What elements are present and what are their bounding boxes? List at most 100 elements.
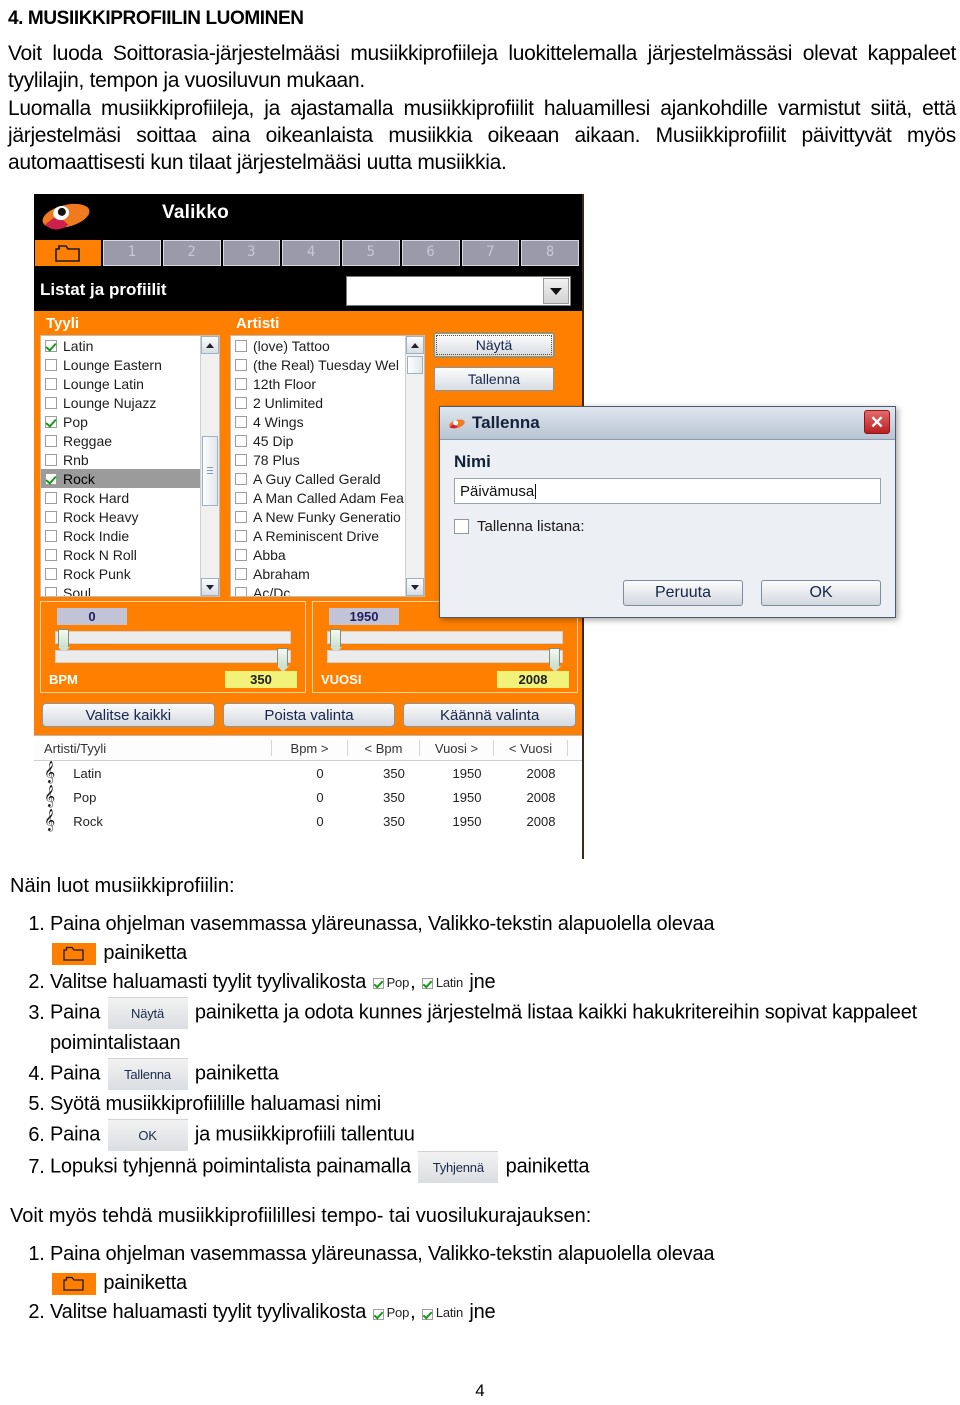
column-header-year-min[interactable]: Vuosi > (420, 740, 494, 756)
list-item[interactable]: Rock Hard (41, 488, 219, 507)
bpm-min-track[interactable] (55, 629, 291, 653)
checkbox-icon[interactable] (45, 453, 57, 466)
select-all-button[interactable]: Valitse kaikki (42, 703, 215, 727)
bpm-max-track[interactable] (55, 648, 291, 672)
vuosi-min-thumb[interactable] (330, 629, 342, 653)
list-item[interactable]: (love) Tattoo (231, 336, 424, 355)
checkbox-icon[interactable] (454, 519, 469, 534)
naytä-button-inline[interactable]: Näytä (107, 997, 188, 1030)
close-icon[interactable]: ✕ (864, 410, 890, 434)
column-header-bpm-min[interactable]: Bpm > (272, 740, 348, 756)
checkbox-icon[interactable] (45, 396, 57, 409)
invert-selection-button[interactable]: Käännä valinta (403, 703, 577, 727)
list-item[interactable]: Soul (41, 583, 219, 596)
checkbox-icon[interactable] (235, 472, 247, 485)
checkbox-icon[interactable] (235, 529, 247, 542)
vuosi-max-track[interactable] (327, 648, 563, 672)
checkbox-icon[interactable] (45, 358, 57, 371)
bpm-max-thumb[interactable] (277, 648, 289, 672)
list-item[interactable]: Abba (231, 545, 424, 564)
checkbox-icon[interactable] (45, 586, 57, 596)
column-header-year-max[interactable]: < Vuosi (494, 740, 568, 756)
checkbox-checked-icon[interactable] (45, 472, 57, 485)
checkbox-icon[interactable] (45, 548, 57, 561)
tab-3[interactable]: 3 (222, 240, 281, 266)
tab-8[interactable]: 8 (521, 240, 579, 266)
scroll-down-icon[interactable] (406, 578, 424, 596)
list-item[interactable]: Pop (41, 412, 219, 431)
scroll-up-icon[interactable] (406, 336, 424, 354)
list-item[interactable]: A Reminiscent Drive (231, 526, 424, 545)
list-item[interactable]: Abraham (231, 564, 424, 583)
vuosi-min-track[interactable] (327, 629, 563, 653)
vuosi-max-thumb[interactable] (549, 648, 561, 672)
save-as-list-checkbox-row[interactable]: Tallenna listana: (454, 518, 881, 535)
checkbox-icon[interactable] (235, 453, 247, 466)
checkbox-icon[interactable] (45, 491, 57, 504)
list-item[interactable]: 4 Wings (231, 412, 424, 431)
list-item[interactable]: Rock Punk (41, 564, 219, 583)
tallenna-button[interactable]: Tallenna (434, 367, 554, 391)
list-item[interactable]: A Guy Called Gerald (231, 469, 424, 488)
clear-selection-button[interactable]: Poista valinta (222, 703, 396, 727)
tab-4[interactable]: 4 (282, 240, 340, 266)
list-item[interactable]: Lounge Latin (41, 374, 219, 393)
tallenna-button-inline[interactable]: Tallenna (107, 1058, 188, 1091)
name-field[interactable]: Päivämusa (454, 478, 881, 504)
checkbox-checked-icon[interactable] (45, 415, 57, 428)
list-item[interactable]: Rock Heavy (41, 507, 219, 526)
list-item[interactable]: A Man Called Adam Fea (231, 488, 424, 507)
checkbox-icon[interactable] (235, 377, 247, 390)
list-item[interactable]: 12th Floor (231, 374, 424, 393)
list-item[interactable]: Lounge Nujazz (41, 393, 219, 412)
cancel-button[interactable]: Peruuta (623, 580, 743, 606)
list-item[interactable]: Rnb (41, 450, 219, 469)
checkbox-icon[interactable] (235, 491, 247, 504)
checkbox-checked-icon[interactable] (45, 339, 57, 352)
list-item[interactable]: (the Real) Tuesday Wel (231, 355, 424, 374)
tab-2[interactable]: 2 (162, 240, 221, 266)
artist-list-scrollbar[interactable] (405, 336, 424, 596)
column-header-bpm-max[interactable]: < Bpm (348, 740, 420, 756)
checkbox-icon[interactable] (235, 358, 247, 371)
table-row[interactable]: 𝄞 Latin 0 350 1950 2008 (34, 761, 582, 785)
tab-7[interactable]: 7 (461, 240, 520, 266)
ok-button[interactable]: OK (761, 580, 881, 606)
table-row[interactable]: 𝄞 Rock 0 350 1950 2008 (34, 809, 582, 833)
bpm-min-thumb[interactable] (58, 629, 70, 653)
column-header-artist-style[interactable]: Artisti/Tyyli (34, 740, 272, 756)
folder-icon[interactable] (52, 942, 96, 965)
list-item[interactable]: Latin (41, 336, 219, 355)
checkbox-icon[interactable] (235, 548, 247, 561)
checkbox-icon[interactable] (45, 529, 57, 542)
tab-6[interactable]: 6 (401, 240, 460, 266)
artist-listbox[interactable]: (love) Tattoo (the Real) Tuesday Wel 12t… (230, 335, 425, 597)
checkbox-icon[interactable] (45, 567, 57, 580)
checkbox-icon[interactable] (45, 377, 57, 390)
folder-icon[interactable] (52, 1272, 96, 1295)
checkbox-icon[interactable] (235, 567, 247, 580)
list-item[interactable]: A New Funky Generatio (231, 507, 424, 526)
list-item[interactable]: Ac/Dc (231, 583, 424, 596)
naytä-button[interactable]: Näytä (434, 333, 554, 357)
list-item[interactable]: Rock Indie (41, 526, 219, 545)
style-listbox[interactable]: Latin Lounge Eastern Lounge Latin Lounge… (40, 335, 220, 597)
checkbox-icon[interactable] (235, 510, 247, 523)
table-row[interactable]: 𝄞 Pop 0 350 1950 2008 (34, 785, 582, 809)
list-item-selected[interactable]: Rock (41, 469, 219, 488)
tyhjenna-button-inline[interactable]: Tyhjennä (418, 1151, 499, 1184)
profiles-combobox[interactable] (346, 276, 571, 306)
scrollbar-thumb[interactable] (202, 436, 218, 506)
checkbox-icon[interactable] (45, 434, 57, 447)
scrollbar-thumb[interactable] (407, 356, 423, 374)
style-list-scrollbar[interactable] (200, 336, 219, 596)
checkbox-icon[interactable] (45, 510, 57, 523)
list-item[interactable]: Reggae (41, 431, 219, 450)
checkbox-icon[interactable] (235, 339, 247, 352)
tab-5[interactable]: 5 (342, 240, 400, 266)
checkbox-icon[interactable] (235, 415, 247, 428)
list-item[interactable]: Rock N Roll (41, 545, 219, 564)
list-item[interactable]: 2 Unlimited (231, 393, 424, 412)
checkbox-icon[interactable] (235, 586, 247, 596)
scroll-down-icon[interactable] (201, 578, 219, 596)
